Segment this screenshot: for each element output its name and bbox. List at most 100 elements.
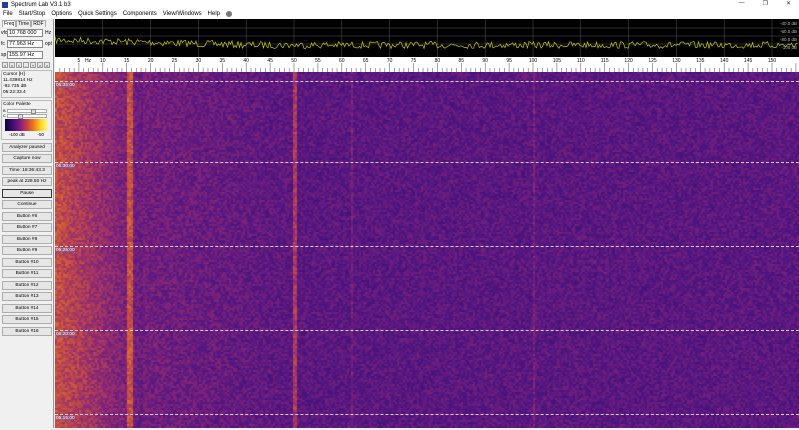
freq-tick-label: 135 xyxy=(696,58,705,64)
scroll-left-button[interactable]: < xyxy=(9,62,15,68)
freq-tick-label: 90 xyxy=(482,58,488,64)
maximize-button[interactable]: ❐ xyxy=(763,0,768,7)
menu-file[interactable]: File xyxy=(3,11,13,17)
time-gridline xyxy=(55,81,799,82)
menu-components[interactable]: Components xyxy=(123,11,157,17)
freq-tick-label: 100 xyxy=(528,58,538,64)
axis-unit-label: Hz xyxy=(84,58,92,64)
sp-input[interactable]: 155.97 Hz xyxy=(7,51,43,59)
title-bar: Spectrum Lab V3.1 b3 — ❐ ✕ xyxy=(0,0,799,9)
sp-label: sp xyxy=(1,52,7,58)
db-label: -80.0 dB xyxy=(779,37,797,42)
button-button-11[interactable]: Button #11 xyxy=(2,269,52,278)
freq-tick-label: 145 xyxy=(743,58,753,64)
scroll-right-fast-button[interactable]: > xyxy=(44,62,50,68)
button-button-14[interactable]: Button #14 xyxy=(2,303,52,313)
time-gridline xyxy=(55,246,799,247)
button-button-16[interactable]: Button #16 xyxy=(2,326,52,336)
db-label: -100 dB xyxy=(781,45,797,50)
menu-view-windows[interactable]: View/Windows xyxy=(163,11,202,17)
fc-input[interactable]: 77.963 Hz xyxy=(7,40,43,48)
palette-min: -100 dB xyxy=(9,132,25,137)
contrast-label: C xyxy=(3,112,6,118)
freq-tick-label: 25 xyxy=(171,58,178,64)
time-label: 05:20:00 xyxy=(56,332,75,337)
scroll-left-small-button[interactable]: < xyxy=(16,62,22,68)
freq-tick-label: 105 xyxy=(552,58,562,64)
freq-tick-label: 65 xyxy=(362,58,369,64)
freq-tick-label: 115 xyxy=(600,58,609,64)
time-label: 05:30:00 xyxy=(56,164,75,169)
waterfall-display[interactable]: 05:35:00 05:30:00 05:25:00 05:20:00 05:15:00 xyxy=(55,72,799,428)
minimize-button[interactable]: — xyxy=(739,0,745,7)
freq-tick-label: 45 xyxy=(267,58,273,64)
menu-bar: File Start/Stop Options Quick Settings C… xyxy=(0,9,799,19)
spectrum-graph[interactable]: -40.0 dB -60.0 dB -80.0 dB -100 dB xyxy=(54,19,799,57)
zoom-in-button[interactable]: + xyxy=(30,62,36,68)
button-button-9[interactable]: Button #9 xyxy=(2,246,52,255)
button-button-10[interactable]: Button #10 xyxy=(2,257,52,267)
button-button-13[interactable]: Button #13 xyxy=(2,292,52,301)
freq-tick-label: 60 xyxy=(339,58,345,64)
button-button-8[interactable]: Button #8 xyxy=(2,234,52,244)
brightness-slider[interactable] xyxy=(6,108,47,114)
menu-help[interactable]: Help xyxy=(208,11,220,17)
color-gradient xyxy=(5,119,48,131)
menu-start-stop[interactable]: Start/Stop xyxy=(19,11,46,17)
tab-time[interactable]: Time xyxy=(16,20,32,27)
button-peak-at-228-50-hz: peak at 228.50 Hz xyxy=(2,177,52,186)
color-palette: Color Palette B C -100 dB -50 xyxy=(1,100,52,140)
time-label: 05:15:00 xyxy=(56,416,75,421)
window-title: Spectrum Lab V3.1 b3 xyxy=(11,1,71,8)
button-button-7[interactable]: Button #7 xyxy=(2,223,52,232)
button-capture-now[interactable]: Capture now xyxy=(2,154,52,163)
axis-ticks xyxy=(59,63,797,72)
freq-tick-label: 120 xyxy=(624,58,633,64)
time-gridline xyxy=(55,162,799,163)
button-pause[interactable]: Pause xyxy=(2,188,52,198)
freq-tick-label: 80 xyxy=(434,58,441,64)
freq-tick-label: 50 xyxy=(291,58,297,64)
vfo-unit: Hz xyxy=(45,30,52,36)
opt-button[interactable]: opt xyxy=(45,41,52,47)
freq-tick-label: 75 xyxy=(410,58,417,64)
menu-quick-settings[interactable]: Quick Settings xyxy=(78,11,117,17)
button-button-15[interactable]: Button #15 xyxy=(2,315,52,324)
time-label: 05:25:00 xyxy=(56,248,75,253)
freq-tick-label: 125 xyxy=(648,58,657,64)
freq-tick-label: 70 xyxy=(386,58,393,64)
waterfall-canvas xyxy=(55,72,799,428)
time-gridline xyxy=(55,414,799,415)
status-indicator-icon xyxy=(226,11,233,17)
control-panel: Freq Time RDF vfo 10 768 000 Hz fc 77.963 H… xyxy=(0,19,54,428)
spectrum-plot xyxy=(54,19,799,57)
button-analyzer-paused[interactable]: Analyzer paused xyxy=(2,142,52,152)
freq-tick-label: 140 xyxy=(720,58,729,64)
freq-tick-label: 55 xyxy=(315,58,321,64)
freq-tick-label: 30 xyxy=(195,58,202,64)
spectrum-trace xyxy=(54,36,798,50)
cursor-time: 05:22:33.4 xyxy=(3,90,26,95)
cursor-info: Cursor [H] 11.439814 Hz -92.735 dB 05:22… xyxy=(1,70,52,98)
scroll-right-button[interactable]: > xyxy=(37,62,43,68)
vfo-input[interactable]: 10 768 000 xyxy=(7,29,43,37)
menu-options[interactable]: Options xyxy=(51,11,72,17)
button-time-18-36-43-3: Time: 18:36:43.3 xyxy=(2,165,52,175)
button-button-6[interactable]: Button #6 xyxy=(2,211,52,221)
zoom-out-button[interactable]: - xyxy=(23,62,29,68)
tab-rdf[interactable]: RDF xyxy=(31,20,46,27)
freq-tick-label: 95 xyxy=(506,58,512,64)
close-button[interactable]: ✕ xyxy=(786,0,791,7)
contrast-slider[interactable] xyxy=(6,113,47,119)
db-label: -60.0 dB xyxy=(779,29,797,34)
freq-tick-label: 15 xyxy=(123,58,130,64)
tab-freq[interactable]: Freq xyxy=(2,20,17,27)
button-continue[interactable]: Continue xyxy=(2,200,52,209)
freq-tick-label: 40 xyxy=(243,58,249,64)
freq-tick-label: 85 xyxy=(458,58,465,64)
frequency-axis[interactable]: Hz 5 10 15 20 25 30 35 40 45 50 55 60 65 70 75 80 85 90 95… xyxy=(55,57,799,72)
button-button-12[interactable]: Button #12 xyxy=(2,280,52,290)
contrast-thumb[interactable] xyxy=(18,113,24,119)
scroll-left-fast-button[interactable]: < xyxy=(2,62,8,68)
time-label: 05:35:00 xyxy=(56,83,75,88)
